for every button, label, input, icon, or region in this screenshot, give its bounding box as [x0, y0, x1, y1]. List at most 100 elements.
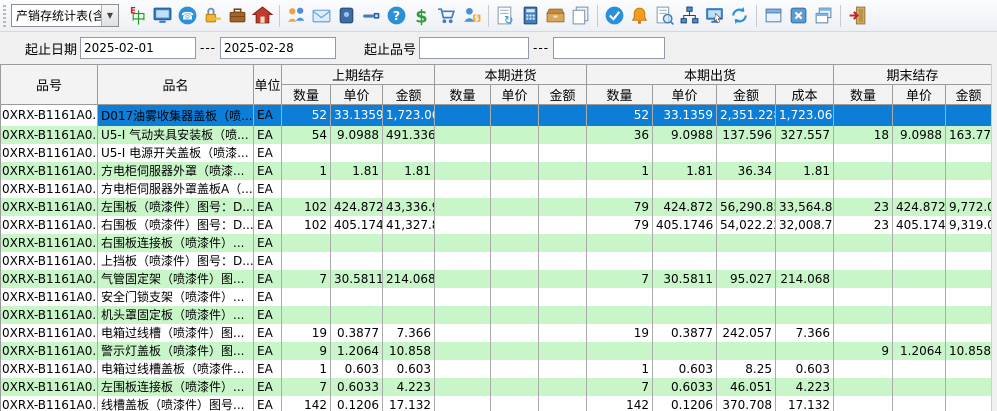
cell-ship-amount	[717, 234, 776, 252]
table-row[interactable]: 0XRX-B1161A0...U5-I 电源开关盖板（喷漆...EA	[1, 144, 992, 162]
cell-ship-amount: 46.051	[717, 378, 776, 396]
chevron-down-icon[interactable]: ▼	[101, 5, 118, 26]
refresh-icon[interactable]	[727, 3, 752, 28]
table-row[interactable]: 0XRX-B1161A0...线槽盖板（喷漆件）图号...EA1420.1206…	[1, 396, 992, 411]
org-chart-icon[interactable]	[677, 3, 702, 28]
table-row[interactable]: 0XRX-B1161A0...右围板（喷漆件）图号：D...EA102405.1…	[1, 216, 992, 234]
remote-desktop-icon[interactable]	[702, 3, 727, 28]
cell-ending-price	[893, 234, 946, 252]
cell-ship-cost: 1.81	[776, 162, 834, 180]
cell-item-no: 0XRX-B1161A0...	[1, 306, 98, 324]
translate-icon[interactable]: E中	[125, 3, 150, 28]
briefcase-icon[interactable]	[225, 3, 250, 28]
table-row[interactable]: 0XRX-B1161A0...机头罩固定板（喷漆件）...EA	[1, 306, 992, 324]
table-row[interactable]: 0XRX-B1161A0...U5-I 气动夹具安装板（喷...EA549.09…	[1, 126, 992, 144]
date-to-input[interactable]	[220, 37, 336, 59]
table-row[interactable]: 0XRX-B1161A0...气管固定架（喷漆件）图...EA730.58112…	[1, 270, 992, 288]
home-icon[interactable]	[250, 3, 275, 28]
item-to-input[interactable]	[553, 37, 665, 59]
column-header-end-amount[interactable]: 金额	[946, 85, 992, 105]
table-row[interactable]: 0XRX-B1161A0...安全门锁支架（喷漆件）...EA	[1, 288, 992, 306]
column-header-purchase-price[interactable]: 单价	[491, 85, 539, 105]
cell-ending-amount: 9,319.017	[946, 216, 992, 234]
cascade-windows-icon[interactable]	[811, 3, 836, 28]
table-row[interactable]: 0XRX-B1161A0...D017油雾收集器盖板（喷...EA5233.13…	[1, 105, 992, 126]
cell-prev-price: 0.6033	[331, 378, 383, 396]
cell-unit: EA	[254, 324, 282, 342]
cell-ending-amount	[946, 324, 992, 342]
column-header-ship-qty[interactable]: 数量	[587, 85, 653, 105]
column-header-ship-price[interactable]: 单价	[653, 85, 717, 105]
help-icon[interactable]: ?	[384, 3, 409, 28]
cell-prev-qty	[282, 144, 331, 162]
mail-icon[interactable]	[309, 3, 334, 28]
contact-card-icon[interactable]	[334, 3, 359, 28]
cart-icon[interactable]	[434, 3, 459, 28]
table-row[interactable]: 0XRX-B1161A0...方电柜伺服器外罩盖板A（...EA	[1, 180, 992, 198]
table-row[interactable]: 0XRX-B1161A0...右围板连接板（喷漆件）...EA	[1, 234, 992, 252]
column-header-purchase-amount[interactable]: 金额	[539, 85, 587, 105]
search-document-icon[interactable]	[652, 3, 677, 28]
cell-ending-amount	[946, 162, 992, 180]
column-header-prev-amount[interactable]: 金额	[383, 85, 435, 105]
column-header-item-name[interactable]: 品名	[98, 65, 254, 105]
column-header-end-qty[interactable]: 数量	[834, 85, 893, 105]
svg-text:$: $	[474, 14, 479, 23]
column-header-end-price[interactable]: 单价	[893, 85, 946, 105]
calculator-icon[interactable]	[518, 3, 543, 28]
table-row[interactable]: 0XRX-B1161A0...电箱过线槽（喷漆件）图...EA190.38777…	[1, 324, 992, 342]
column-header-prev-price[interactable]: 单价	[331, 85, 383, 105]
key-icon[interactable]	[359, 3, 384, 28]
dollar-icon[interactable]: $	[409, 3, 434, 28]
date-from-input[interactable]	[80, 37, 196, 59]
copy-icon[interactable]	[568, 3, 593, 28]
report-refresh-icon[interactable]: ↻	[493, 3, 518, 28]
phone-icon[interactable]: ☎	[175, 3, 200, 28]
cell-ending-qty	[834, 306, 893, 324]
cell-unit: EA	[254, 180, 282, 198]
cell-purchase-price	[491, 180, 539, 198]
cell-prev-price: 0.603	[331, 360, 383, 378]
person-dollar-icon[interactable]: $	[459, 3, 484, 28]
report-selector-dropdown[interactable]: 产销存统计表(含 ▼	[11, 4, 119, 27]
close-window-icon[interactable]	[786, 3, 811, 28]
cell-purchase-price	[491, 306, 539, 324]
approve-icon[interactable]	[602, 3, 627, 28]
item-from-input[interactable]	[419, 37, 529, 59]
cell-ship-cost: 327.557	[776, 126, 834, 144]
column-header-item-no[interactable]: 品号	[1, 65, 98, 105]
vertical-scrollbar[interactable]	[991, 64, 997, 411]
cell-prev-amount: 43,336.946	[383, 198, 435, 216]
cell-ending-amount: 10.858	[946, 342, 992, 360]
cell-purchase-qty	[435, 270, 491, 288]
bell-icon[interactable]	[627, 3, 652, 28]
table-row[interactable]: 0XRX-B1161A0...方电柜伺服器外罩（喷漆...EA11.811.81…	[1, 162, 992, 180]
toolbar-grip[interactable]	[3, 5, 8, 27]
users-icon[interactable]	[284, 3, 309, 28]
cell-ending-price	[893, 288, 946, 306]
cell-unit: EA	[254, 198, 282, 216]
window-icon[interactable]	[761, 3, 786, 28]
archive-icon[interactable]	[543, 3, 568, 28]
column-header-purchase-qty[interactable]: 数量	[435, 85, 491, 105]
table-row[interactable]: 0XRX-B1161A0...电箱过线槽盖板（喷漆件...EA10.6030.6…	[1, 360, 992, 378]
exit-icon[interactable]	[845, 3, 870, 28]
svg-text:☎: ☎	[181, 11, 194, 23]
cell-item-no: 0XRX-B1161A0...	[1, 180, 98, 198]
column-header-ship-cost[interactable]: 成本	[776, 85, 834, 105]
cell-prev-qty: 142	[282, 396, 331, 411]
cell-ship-price	[653, 252, 717, 270]
table-row[interactable]: 0XRX-B1161A0...左围板（喷漆件）图号：D...EA102424.8…	[1, 198, 992, 216]
lock-icon[interactable]	[200, 3, 225, 28]
table-row[interactable]: 0XRX-B1161A0...上挡板（喷漆件）图号：D...EA	[1, 252, 992, 270]
table-row[interactable]: 0XRX-B1161A0...左围板连接板（喷漆件）...EA70.60334.…	[1, 378, 992, 396]
table-row[interactable]: 0XRX-B1161A0...警示灯盖板（喷漆件）图...EA91.206410…	[1, 342, 992, 360]
computer-icon[interactable]	[150, 3, 175, 28]
cell-prev-amount: 214.068	[383, 270, 435, 288]
cell-prev-amount	[383, 180, 435, 198]
cell-item-name: 左围板（喷漆件）图号：D...	[98, 198, 254, 216]
column-header-ship-amount[interactable]: 金额	[717, 85, 776, 105]
cell-ending-amount	[946, 360, 992, 378]
column-header-prev-qty[interactable]: 数量	[282, 85, 331, 105]
column-header-unit[interactable]: 单位	[254, 65, 282, 105]
